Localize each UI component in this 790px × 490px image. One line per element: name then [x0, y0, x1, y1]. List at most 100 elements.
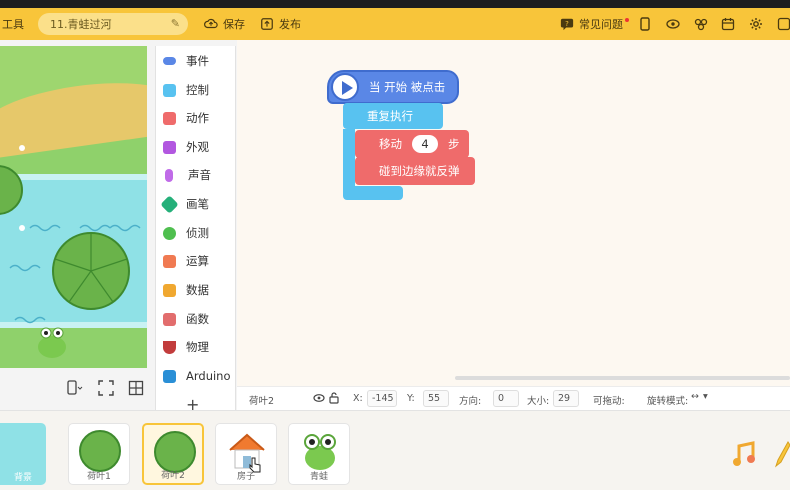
- forever-block-bottom: [343, 186, 403, 200]
- save-button[interactable]: 保存: [204, 8, 245, 40]
- category-label: 控制: [186, 83, 209, 97]
- window-top-strip: [0, 0, 790, 8]
- bounce-on-edge-block[interactable]: 碰到边缘就反弹: [355, 157, 475, 185]
- when-start-clicked-block[interactable]: 当 开始 被点击: [327, 70, 459, 104]
- sensing-icon: [163, 226, 176, 240]
- project-name-field[interactable]: 11.青蛙过河 ✎: [38, 13, 188, 35]
- lock-icon[interactable]: [329, 392, 339, 404]
- y-input[interactable]: 55: [423, 390, 449, 407]
- direction-input[interactable]: 0: [493, 390, 519, 407]
- magnet-icon: [163, 340, 176, 354]
- category-label: 数据: [186, 283, 209, 297]
- event-icon: [163, 57, 176, 65]
- draggable-label: 可拖动:: [593, 396, 625, 407]
- category-label: 外观: [186, 140, 209, 154]
- category-sound[interactable]: 声音: [155, 161, 235, 189]
- sprite-name: 青蛙: [309, 472, 328, 482]
- category-physics[interactable]: 物理: [155, 333, 235, 361]
- tools-label: 工具: [2, 18, 24, 31]
- rotation-mode-select[interactable]: ↔: [691, 391, 699, 402]
- top-toolbar: 工具 11.青蛙过河 ✎ 保存 发布 ? 常见问题: [0, 8, 790, 40]
- category-functions[interactable]: 函数: [155, 305, 235, 333]
- arduino-icon: [163, 369, 176, 383]
- category-label: 动作: [186, 111, 209, 125]
- publish-label: 发布: [279, 18, 301, 31]
- stage-sprites: [0, 145, 141, 358]
- cloud-save-icon: [204, 18, 218, 29]
- category-pen[interactable]: 画笔: [155, 190, 235, 218]
- tools-menu[interactable]: 工具: [2, 8, 24, 40]
- puzzle-icon[interactable]: [694, 17, 708, 31]
- visibility-eye-icon[interactable]: [313, 393, 325, 403]
- category-label: 画笔: [186, 197, 209, 211]
- start-flag-icon: [331, 73, 359, 101]
- category-looks[interactable]: 外观: [155, 133, 235, 161]
- sprite-lilypad2[interactable]: 荷叶2: [142, 423, 204, 485]
- sprite-name-field[interactable]: 荷叶2: [249, 393, 274, 407]
- category-control[interactable]: 控制: [155, 76, 235, 104]
- forever-block-arm: [343, 129, 355, 189]
- device-mode-icon[interactable]: [66, 380, 84, 396]
- grid-icon[interactable]: [128, 380, 144, 396]
- size-input[interactable]: 29: [553, 390, 579, 407]
- forever-block[interactable]: 重复执行: [343, 103, 443, 129]
- category-label: 运算: [186, 254, 209, 268]
- block-label: 碰到边缘就反弹: [379, 164, 460, 178]
- calendar-icon[interactable]: [721, 17, 735, 31]
- block-label: 步: [448, 137, 460, 151]
- workspace-scrollbar[interactable]: [455, 376, 790, 380]
- sprite-frog[interactable]: 青蛙: [288, 423, 350, 485]
- stage-canvas[interactable]: [0, 46, 147, 368]
- fullscreen-icon[interactable]: [98, 380, 114, 396]
- lily-pad-thumbnail: [154, 431, 196, 473]
- shirt-icon: [163, 140, 176, 154]
- faq-button[interactable]: ? 常见问题: [560, 8, 629, 40]
- device-icon[interactable]: [638, 17, 652, 31]
- stage-controls: [66, 380, 144, 396]
- category-arduino[interactable]: Arduino: [155, 362, 235, 390]
- music-notes-icon[interactable]: [731, 440, 759, 468]
- frog-sprite: [38, 327, 66, 358]
- y-label: Y:: [407, 393, 415, 404]
- code-workspace[interactable]: [237, 40, 790, 386]
- sprite-house[interactable]: 房子: [215, 423, 277, 485]
- chevron-down-icon[interactable]: ▾: [703, 391, 708, 402]
- sprite-name: 房子: [236, 472, 255, 482]
- edit-pencil-icon[interactable]: ✎: [171, 17, 180, 30]
- calculator-icon: [163, 254, 176, 268]
- publish-button[interactable]: 发布: [260, 8, 301, 40]
- svg-text:?: ?: [565, 20, 569, 28]
- paint-brush-icon[interactable]: [772, 440, 790, 468]
- eye-icon[interactable]: [666, 17, 680, 31]
- steps-input[interactable]: 4: [412, 135, 438, 153]
- function-fx-icon: [163, 312, 176, 326]
- project-name-text: 11.青蛙过河: [50, 18, 112, 31]
- pen-icon: [160, 194, 179, 214]
- sprite-name: 荷叶2: [161, 471, 185, 481]
- category-data[interactable]: 数据: [155, 276, 235, 304]
- category-label: Arduino: [186, 369, 231, 383]
- category-label: 事件: [186, 54, 209, 68]
- move-steps-block[interactable]: 移动 4 步: [355, 130, 469, 158]
- microphone-icon: [165, 168, 173, 182]
- direction-label: 方向:: [459, 396, 482, 407]
- category-motion[interactable]: 动作: [155, 104, 235, 132]
- category-event[interactable]: 事件: [155, 47, 235, 75]
- menu-icon[interactable]: [777, 17, 790, 31]
- frog-thumbnail: [304, 434, 336, 470]
- gamepad-icon: [163, 83, 176, 97]
- category-label: 声音: [188, 168, 211, 182]
- motion-icon: [163, 111, 176, 125]
- x-input[interactable]: -145: [367, 390, 397, 407]
- bar-chart-icon: [163, 283, 176, 297]
- block-label: 当 开始 被点击: [369, 80, 446, 94]
- settings-gear-icon[interactable]: [749, 17, 763, 31]
- background-thumbnail[interactable]: 背景: [0, 423, 46, 485]
- block-label: 重复执行: [367, 109, 413, 123]
- block-label: 移动: [379, 137, 402, 151]
- category-operators[interactable]: 运算: [155, 247, 235, 275]
- sprite-lilypad1[interactable]: 荷叶1: [68, 423, 130, 485]
- rotation-mode-label: 旋转模式:: [647, 396, 689, 407]
- category-sensing[interactable]: 侦测: [155, 219, 235, 247]
- sprite-name: 荷叶1: [87, 472, 111, 482]
